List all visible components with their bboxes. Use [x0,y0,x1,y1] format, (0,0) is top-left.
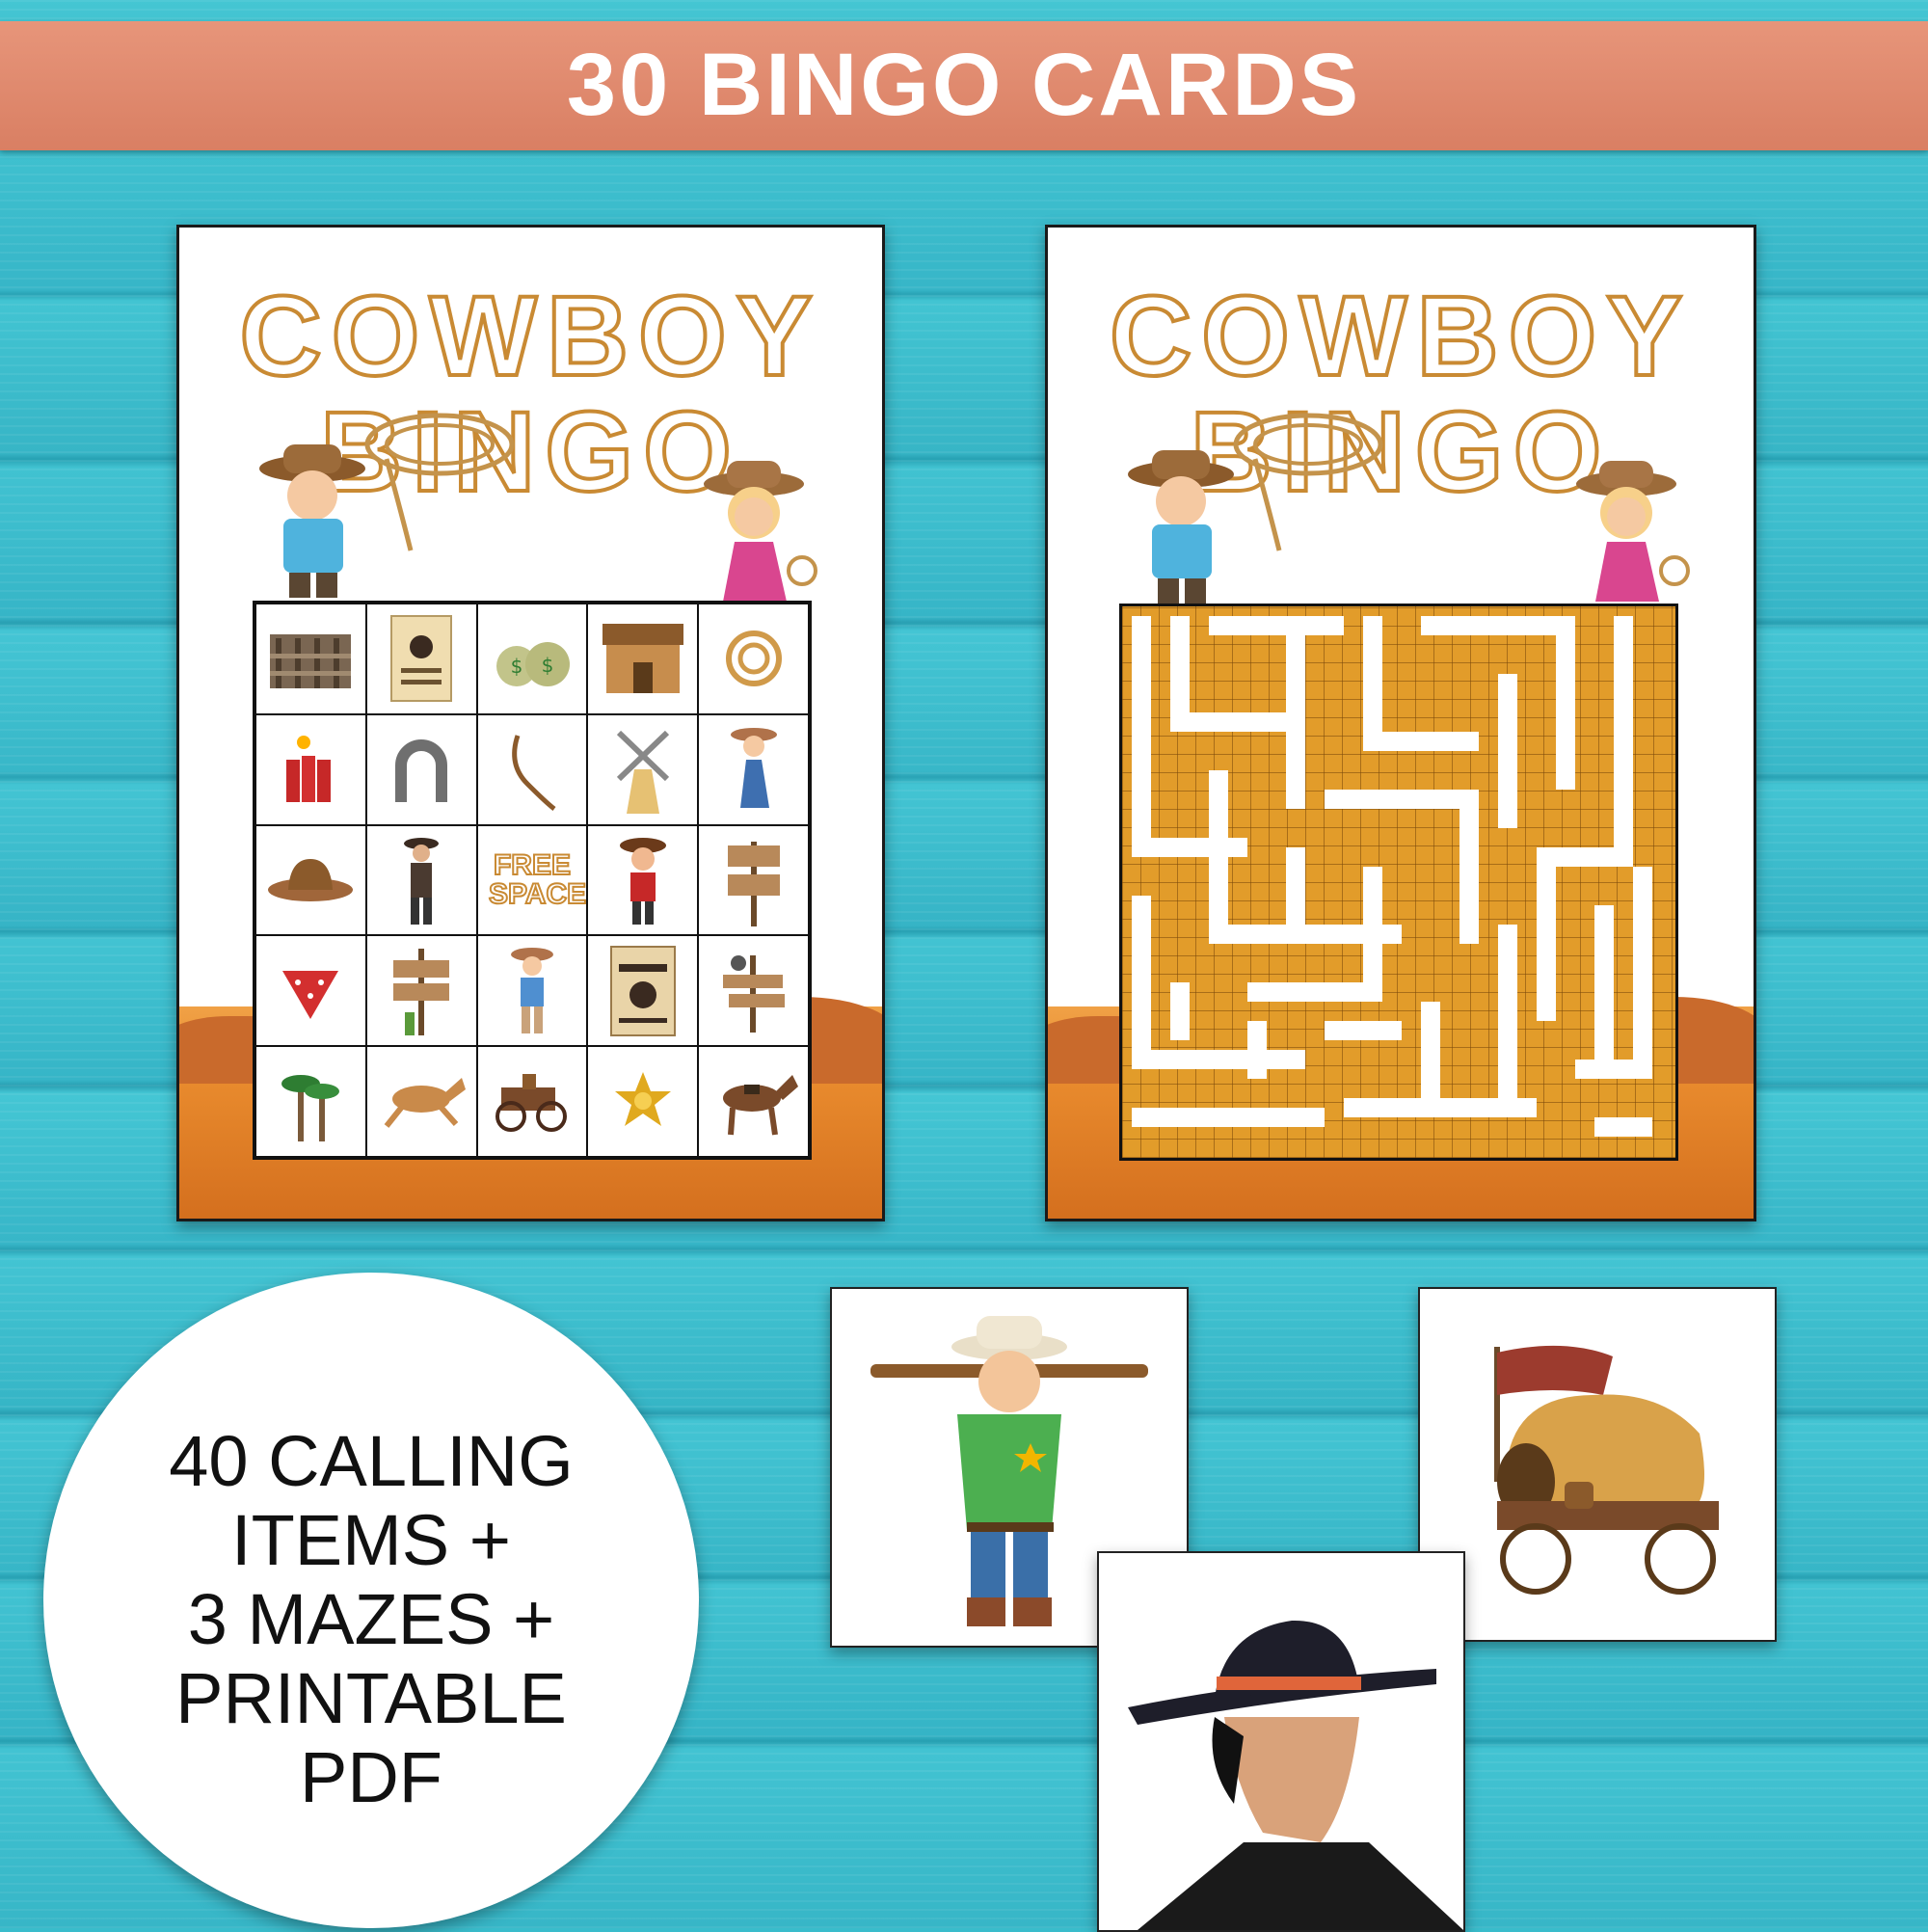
badge-line-5: PDF [300,1737,442,1817]
fence-icon [270,634,352,689]
svg-text:$: $ [511,655,523,678]
badge-line-1: 40 CALLING [169,1421,574,1501]
saloon-bank-signpost-icon [722,954,785,1033]
bingo-cell [698,1046,809,1157]
money-bags-icon: $ $ [495,642,570,687]
bingo-cell [698,935,809,1047]
bingo-cell [365,824,477,936]
bingo-cell [476,1046,588,1157]
cowgirl-kid-icon [704,461,817,602]
bingo-cell [587,824,699,936]
calling-card-wagon [1418,1287,1777,1642]
cowboy-kid-icon [1128,450,1234,604]
svg-text:$: $ [542,654,554,677]
bingo-cell [587,713,699,825]
cowgirl-icon [730,728,777,809]
info-circle-badge: 40 CALLING ITEMS + 3 MAZES + PRINTABLE P… [43,1273,699,1928]
card-title-cowboy: COWBOY [237,272,822,401]
banner-title: 30 BINGO CARDS [566,36,1362,134]
cowboys-signpost-icon [393,948,450,1035]
bingo-cell [255,935,366,1047]
bingo-cell [698,604,809,714]
bingo-cell [255,604,366,714]
horseshoe-icon [395,739,448,803]
bingo-cell [476,713,588,825]
whip-icon [512,735,556,812]
cowboy-hat-icon [268,858,354,901]
bingo-cell [587,604,699,714]
saloon-icon [602,624,683,694]
maze-grid [1119,604,1678,1161]
bingo-cell: $ $ [476,604,588,714]
bandana-icon [282,970,339,1019]
cowgirl-kid-icon [1576,461,1690,602]
badge-line-4: PRINTABLE [175,1658,567,1738]
lasso-icon [725,631,782,687]
covered-wagon-icon [1494,1345,1719,1595]
card-title-cowboy: COWBOY [1108,272,1693,401]
sheriff-star-icon [614,1071,671,1126]
saddled-horse-icon [722,1074,798,1136]
maze-paths [1132,616,1652,1137]
wanted-dead-or-alive-poster-icon [609,945,676,1036]
free-space-label: FREE SPACE [488,848,587,910]
bingo-cell [365,1046,477,1157]
bingo-cell [255,1046,366,1157]
wild-west-sign-icon [727,841,780,926]
bingo-cell [365,604,477,714]
bandit-icon [619,837,666,925]
running-horse-icon [384,1077,467,1128]
calling-card-outlaw [1097,1551,1465,1932]
windmill-icon [616,731,669,815]
badge-line-2: ITEMS + [231,1500,511,1580]
bingo-cell [476,935,588,1047]
wanted-poster-icon [390,615,453,703]
badge-line-3: 3 MAZES + [187,1579,555,1659]
bingo-cell [698,824,809,936]
bingo-cell [255,713,366,825]
gunslinger-icon [404,837,440,925]
bingo-cell [255,824,366,936]
bingo-cell [365,935,477,1047]
bingo-cell [587,1046,699,1157]
bingo-cell [365,713,477,825]
bingo-grid: $ $ FREE SPACE [253,601,812,1160]
maze-card-preview: COWBOY BINGO [1045,225,1756,1221]
dynamite-icon [286,736,332,803]
bingo-cell [587,935,699,1047]
palm-trees-icon [281,1074,340,1141]
bingo-cell [698,713,809,825]
free-space-cell: FREE SPACE [476,824,588,936]
outlaw-portrait-icon [1128,1620,1463,1930]
wagon-icon [495,1073,567,1132]
cowboy-kid-icon [259,444,365,598]
cowboy-kid-icon [510,947,553,1033]
bingo-card-preview: COWBOY BINGO $ $ FREE SPACE [176,225,885,1221]
